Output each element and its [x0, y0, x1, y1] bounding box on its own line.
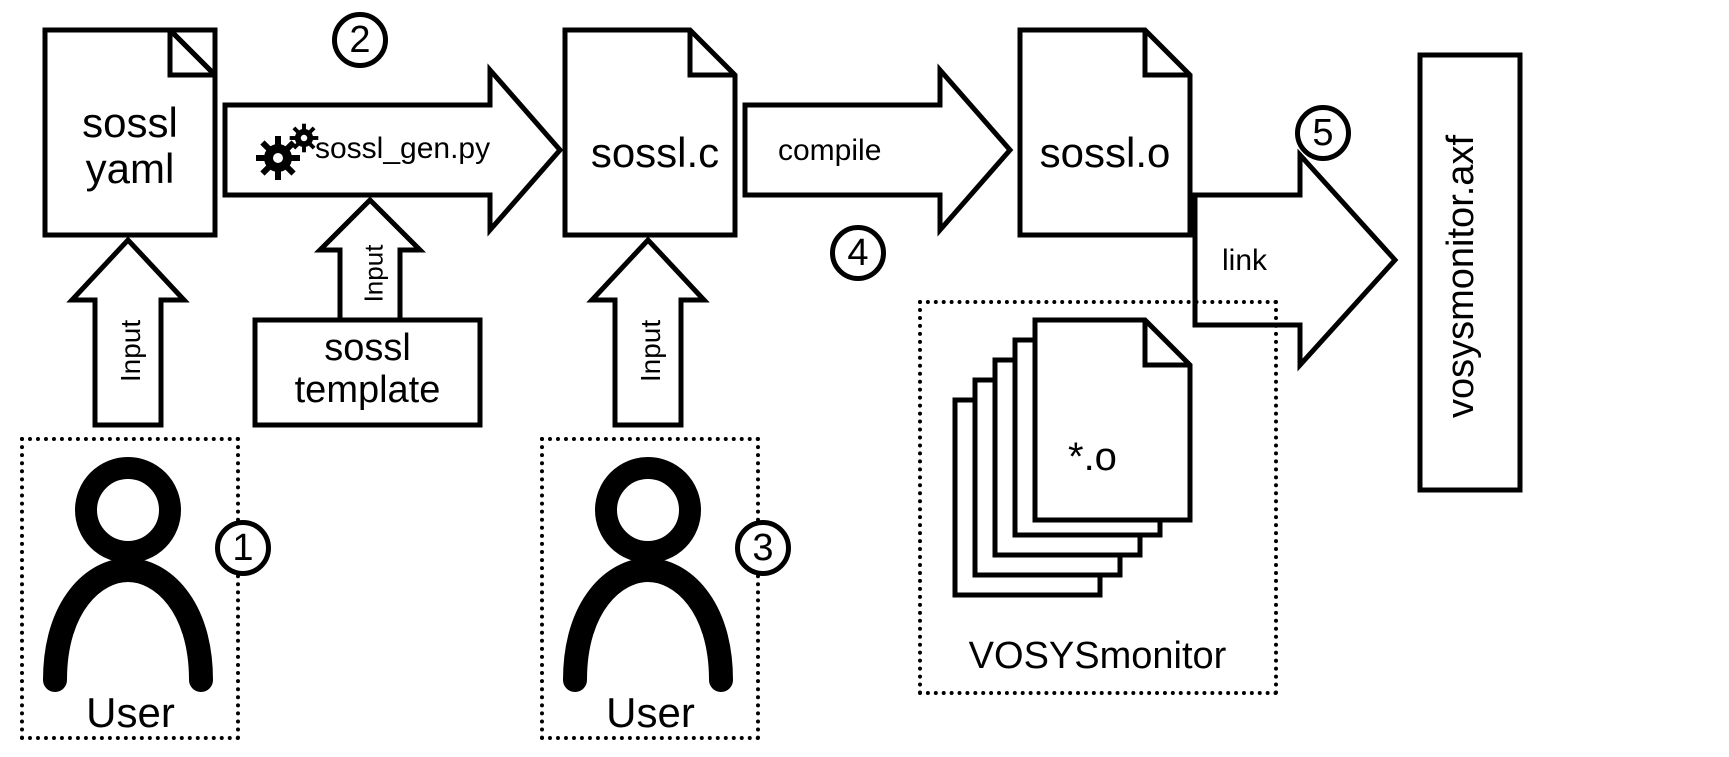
step-2-label: 2: [349, 19, 370, 62]
arrow-link-label: link: [1222, 244, 1267, 277]
arrow-input-user-left-label: Input: [115, 320, 147, 382]
step-1: 1: [215, 520, 271, 576]
step-1-label: 1: [232, 527, 253, 570]
arrow-input-user-mid-label: Input: [635, 320, 667, 382]
box-sossl-template-label: sossl template: [275, 328, 460, 412]
step-4: 4: [830, 225, 886, 281]
file-sossl-o-label: sossl.o: [1030, 130, 1180, 176]
step-5-label: 5: [1312, 112, 1333, 155]
arrow-input-template-label: Input: [358, 245, 389, 303]
stacked-files-label: *.o: [1068, 435, 1117, 479]
step-3: 3: [735, 520, 791, 576]
vosysmonitor-label: VOSYSmonitor: [930, 636, 1265, 678]
file-sossl-yaml-label: sossl yaml: [60, 100, 200, 192]
arrow-gen-label: sossl_gen.py: [315, 132, 490, 165]
output-label: vosysmonitor.axf: [1440, 135, 1483, 418]
diagram-canvas: 1 2 3 4 5 sossl yaml sossl_gen.py Input …: [0, 0, 1729, 757]
step-3-label: 3: [752, 527, 773, 570]
file-sossl-c-label: sossl.c: [580, 130, 730, 176]
step-5: 5: [1295, 105, 1351, 161]
arrow-compile-label: compile: [778, 134, 881, 167]
step-2: 2: [332, 12, 388, 68]
user-left-label: User: [33, 690, 228, 736]
user-mid-label: User: [553, 690, 748, 736]
step-4-label: 4: [847, 232, 868, 275]
